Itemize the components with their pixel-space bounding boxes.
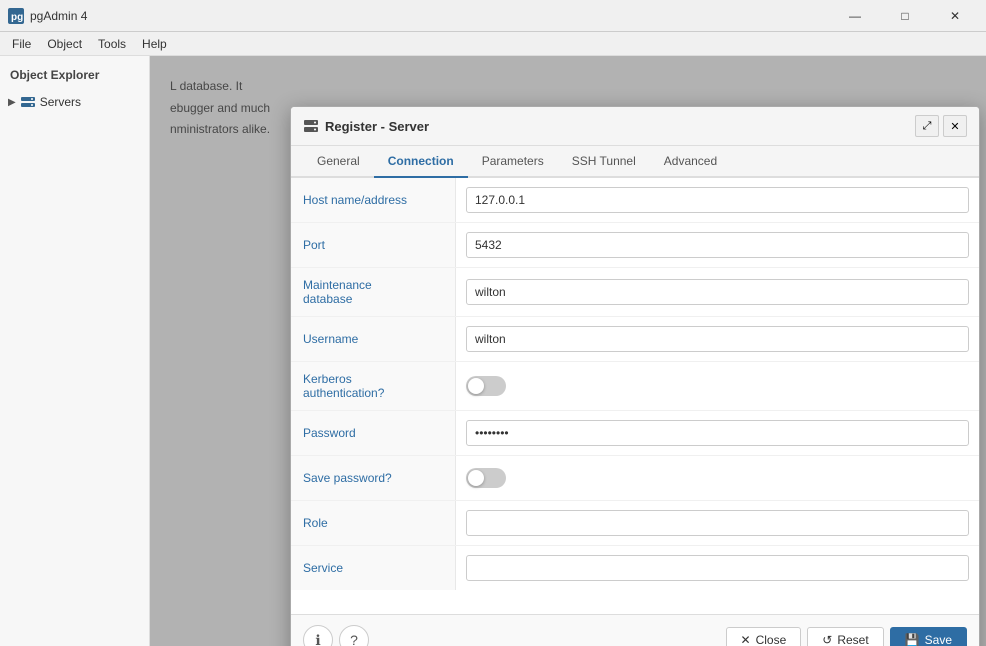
- dialog-footer: ℹ ? ✕ Close ↺ Reset: [291, 614, 979, 646]
- tab-parameters[interactable]: Parameters: [468, 146, 558, 178]
- dialog-titlebar: Register - Server ⤢ ✕: [291, 107, 979, 146]
- save-button[interactable]: 💾 Save: [890, 627, 967, 646]
- kerberos-label: Kerberosauthentication?: [291, 362, 456, 410]
- tab-connection[interactable]: Connection: [374, 146, 468, 178]
- dialog-server-icon: [303, 118, 319, 134]
- footer-left: ℹ ?: [303, 625, 369, 646]
- servers-icon: [20, 94, 36, 110]
- role-control: [456, 504, 979, 542]
- help-button[interactable]: ?: [339, 625, 369, 646]
- main-layout: Object Explorer ▶ Servers L database. It…: [0, 56, 986, 646]
- port-label: Port: [291, 223, 456, 267]
- maintenance-input[interactable]: [466, 279, 969, 305]
- servers-label: Servers: [40, 95, 81, 109]
- menu-help[interactable]: Help: [134, 35, 175, 53]
- dialog-close-button[interactable]: ✕: [943, 115, 967, 137]
- minimize-button[interactable]: —: [832, 1, 878, 31]
- save-password-toggle[interactable]: [466, 468, 506, 488]
- port-row: Port: [291, 223, 979, 268]
- save-password-toggle-wrap: [466, 468, 969, 488]
- role-row: Role: [291, 501, 979, 546]
- form-body: Host name/address Port Mai: [291, 178, 979, 614]
- save-label: Save: [925, 633, 952, 646]
- content-area: L database. It ebugger and much nministr…: [150, 56, 986, 646]
- close-button[interactable]: ✕ Close: [726, 627, 802, 646]
- host-input[interactable]: [466, 187, 969, 213]
- host-label: Host name/address: [291, 178, 456, 222]
- window-controls: — □ ✕: [832, 1, 978, 31]
- port-input[interactable]: [466, 232, 969, 258]
- port-control: [456, 226, 979, 264]
- maintenance-label: Maintenancedatabase: [291, 268, 456, 316]
- kerberos-row: Kerberosauthentication?: [291, 362, 979, 411]
- menu-object[interactable]: Object: [39, 35, 90, 53]
- sidebar: Object Explorer ▶ Servers: [0, 56, 150, 646]
- username-input[interactable]: [466, 326, 969, 352]
- app-icon: pg: [8, 8, 24, 24]
- menu-tools[interactable]: Tools: [90, 35, 134, 53]
- reset-label: Reset: [837, 633, 868, 646]
- kerberos-toggle[interactable]: [466, 376, 506, 396]
- reset-icon: ↺: [822, 633, 832, 646]
- password-row: Password: [291, 411, 979, 456]
- service-control: [456, 549, 979, 587]
- save-password-label: Save password?: [291, 456, 456, 500]
- role-input[interactable]: [466, 510, 969, 536]
- save-icon: 💾: [905, 633, 920, 646]
- sidebar-item-servers[interactable]: ▶ Servers: [0, 90, 149, 114]
- sidebar-header: Object Explorer: [0, 60, 149, 90]
- maximize-button[interactable]: □: [882, 1, 928, 31]
- dialog-title: Register - Server: [325, 119, 915, 134]
- password-control: [456, 414, 979, 452]
- maintenance-control: [456, 273, 979, 311]
- username-label: Username: [291, 317, 456, 361]
- dialog-window-controls: ⤢ ✕: [915, 115, 967, 137]
- info-button[interactable]: ℹ: [303, 625, 333, 646]
- menu-file[interactable]: File: [4, 35, 39, 53]
- service-label: Service: [291, 546, 456, 590]
- role-label: Role: [291, 501, 456, 545]
- username-row: Username: [291, 317, 979, 362]
- password-label: Password: [291, 411, 456, 455]
- maintenance-row: Maintenancedatabase: [291, 268, 979, 317]
- dialog-expand-button[interactable]: ⤢: [915, 115, 939, 137]
- service-input[interactable]: [466, 555, 969, 581]
- tab-advanced[interactable]: Advanced: [650, 146, 731, 178]
- username-control: [456, 320, 979, 358]
- help-icon: ?: [350, 632, 358, 646]
- tab-ssh-tunnel[interactable]: SSH Tunnel: [558, 146, 650, 178]
- host-row: Host name/address: [291, 178, 979, 223]
- footer-right: ✕ Close ↺ Reset 💾 Save: [726, 627, 967, 646]
- kerberos-toggle-wrap: [466, 376, 969, 396]
- window-titlebar: pg pgAdmin 4 — □ ✕: [0, 0, 986, 32]
- register-server-dialog: Register - Server ⤢ ✕ General Connection…: [290, 106, 980, 646]
- save-password-control: [456, 462, 979, 494]
- dialog-tabs: General Connection Parameters SSH Tunnel…: [291, 146, 979, 178]
- close-x-icon: ✕: [741, 633, 751, 646]
- close-label: Close: [756, 633, 787, 646]
- app-title: pgAdmin 4: [30, 9, 832, 23]
- info-icon: ℹ: [315, 632, 320, 646]
- reset-button[interactable]: ↺ Reset: [807, 627, 883, 646]
- modal-overlay: Register - Server ⤢ ✕ General Connection…: [150, 56, 986, 646]
- tab-general[interactable]: General: [303, 146, 374, 178]
- save-password-row: Save password?: [291, 456, 979, 501]
- host-control: [456, 181, 979, 219]
- password-input[interactable]: [466, 420, 969, 446]
- chevron-right-icon: ▶: [8, 97, 16, 108]
- kerberos-control: [456, 370, 979, 402]
- window-close-button[interactable]: ✕: [932, 1, 978, 31]
- svg-text:pg: pg: [11, 12, 23, 23]
- menubar: File Object Tools Help: [0, 32, 986, 56]
- service-row: Service: [291, 546, 979, 590]
